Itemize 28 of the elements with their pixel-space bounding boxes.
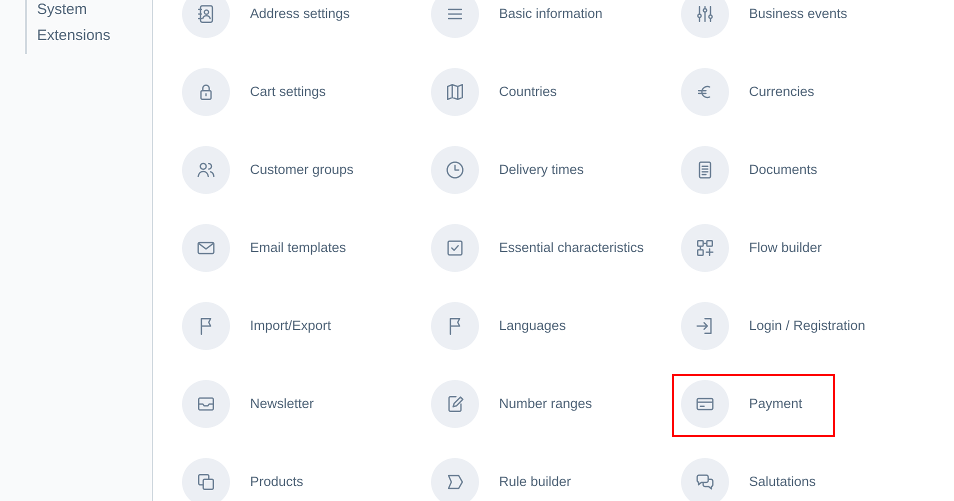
settings-item[interactable]: Address settings <box>173 0 360 47</box>
settings-item[interactable]: Payment <box>672 374 835 437</box>
settings-item[interactable]: Customer groups <box>173 140 364 203</box>
clock-icon <box>444 159 466 181</box>
settings-item[interactable]: Newsletter <box>173 374 336 437</box>
settings-item[interactable]: Email templates <box>173 218 356 281</box>
settings-item[interactable]: Languages <box>422 296 585 359</box>
map-icon <box>444 81 466 103</box>
settings-item[interactable]: Salutations <box>672 452 835 501</box>
settings-item[interactable]: Products <box>173 452 336 501</box>
sliders-icon <box>694 3 716 25</box>
settings-item[interactable]: Number ranges <box>422 374 602 437</box>
settings-item[interactable]: Flow builder <box>672 218 835 281</box>
settings-item[interactable]: Rule builder <box>422 452 585 501</box>
settings-item[interactable]: Essential characteristics <box>422 218 654 281</box>
settings-item[interactable]: Basic information <box>422 0 613 47</box>
settings-item[interactable]: Countries <box>422 62 585 125</box>
settings-item[interactable]: Cart settings <box>173 62 336 125</box>
settings-item[interactable]: Delivery times <box>422 140 594 203</box>
copy-icon <box>195 471 217 493</box>
settings-item[interactable]: Import/Export <box>173 296 342 359</box>
sidebar-item[interactable]: System <box>27 0 152 20</box>
flow-icon <box>694 237 716 259</box>
sidebar-item[interactable]: Extensions <box>27 26 152 46</box>
settings-item[interactable]: Documents <box>672 140 835 203</box>
settings-item[interactable]: Login / Registration <box>672 296 876 359</box>
settings-item[interactable]: Business events <box>672 0 858 47</box>
settings-item[interactable]: Currencies <box>672 62 835 125</box>
